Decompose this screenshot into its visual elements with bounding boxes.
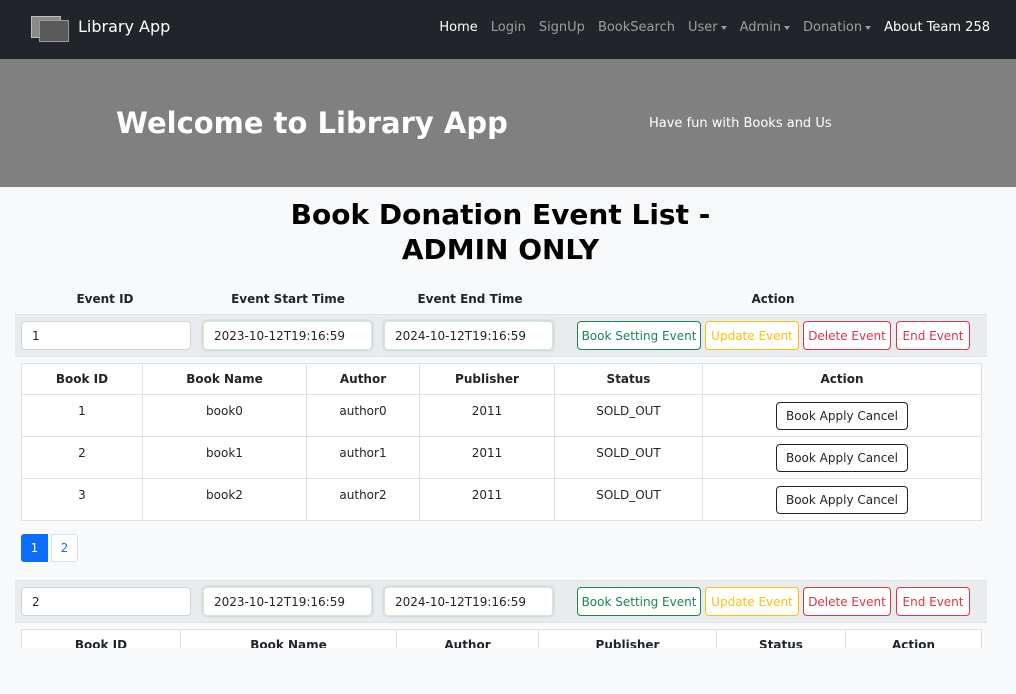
delete-event-button[interactable]: Delete Event bbox=[803, 587, 891, 616]
end-event-button[interactable]: End Event bbox=[896, 321, 970, 350]
column-header: Book ID bbox=[21, 629, 181, 648]
nav-booksearch[interactable]: BookSearch bbox=[598, 20, 675, 35]
cell-status: SOLD_OUT bbox=[554, 478, 703, 521]
column-header: Status bbox=[554, 363, 703, 395]
cell-publisher: 2011 bbox=[419, 394, 555, 437]
column-header: Status bbox=[716, 629, 846, 648]
cell-book-id: 2 bbox=[21, 436, 143, 479]
nav-admin-dropdown[interactable]: Admin bbox=[740, 20, 791, 35]
nav-donation-dropdown[interactable]: Donation bbox=[803, 20, 872, 35]
nav-user-dropdown[interactable]: User bbox=[688, 20, 727, 35]
cell-author: author0 bbox=[306, 394, 420, 437]
cell-publisher: 2011 bbox=[419, 436, 555, 479]
nav-about[interactable]: About Team 258 bbox=[884, 20, 990, 35]
event-end-input[interactable] bbox=[384, 587, 553, 616]
column-header: Action bbox=[845, 629, 982, 648]
book-setting-event-button[interactable]: Book Setting Event bbox=[577, 321, 701, 350]
page-viewport: Library App Home Login SignUp BookSearch… bbox=[0, 0, 1016, 648]
event-id-input[interactable] bbox=[21, 587, 191, 616]
cell-book-name: book0 bbox=[142, 394, 307, 437]
page-link-1[interactable]: 1 bbox=[21, 534, 48, 562]
column-header: Book Name bbox=[180, 629, 397, 648]
navbar: Library App Home Login SignUp BookSearch… bbox=[0, 0, 1016, 59]
table-header-row: Book ID Book Name Author Publisher Statu… bbox=[21, 363, 982, 395]
cell-book-name: book1 bbox=[142, 436, 307, 479]
end-event-button[interactable]: End Event bbox=[896, 587, 970, 616]
cell-book-id: 1 bbox=[21, 394, 143, 437]
book-apply-cancel-button[interactable]: Book Apply Cancel bbox=[775, 486, 909, 514]
table-header-row: Book ID Book Name Author Publisher Statu… bbox=[21, 629, 982, 648]
brand-name[interactable]: Library App bbox=[78, 17, 170, 36]
cell-status: SOLD_OUT bbox=[554, 394, 703, 437]
header-event-id: Event ID bbox=[76, 292, 134, 306]
event-id-input[interactable] bbox=[21, 321, 191, 350]
column-header: Author bbox=[306, 363, 420, 395]
event-row: Book Setting Event Update Event Delete E… bbox=[15, 314, 987, 357]
brand-logo-icon[interactable] bbox=[31, 16, 69, 42]
cell-status: SOLD_OUT bbox=[554, 436, 703, 479]
column-header: Book ID bbox=[21, 363, 143, 395]
cell-book-name: book2 bbox=[142, 478, 307, 521]
book-table: Book ID Book Name Author Publisher Statu… bbox=[21, 363, 982, 521]
event-end-input[interactable] bbox=[384, 321, 553, 350]
page-title: Book Donation Event List - ADMIN ONLY bbox=[290, 198, 711, 266]
delete-event-button[interactable]: Delete Event bbox=[803, 321, 891, 350]
cell-book-id: 3 bbox=[21, 478, 143, 521]
caret-down-icon bbox=[865, 26, 872, 30]
nav-home[interactable]: Home bbox=[439, 20, 477, 35]
nav-menu: Home Login SignUp BookSearch User Admin … bbox=[426, 20, 990, 35]
book-table: Book ID Book Name Author Publisher Statu… bbox=[21, 629, 982, 648]
table-row: 2 book1 author1 2011 SOLD_OUT Book Apply… bbox=[21, 436, 982, 479]
cell-action: Book Apply Cancel bbox=[702, 394, 982, 437]
event-row: Book Setting Event Update Event Delete E… bbox=[15, 580, 987, 623]
header-action: Action bbox=[751, 292, 795, 306]
book-apply-cancel-button[interactable]: Book Apply Cancel bbox=[775, 402, 909, 430]
book-setting-event-button[interactable]: Book Setting Event bbox=[577, 587, 701, 616]
column-header: Publisher bbox=[419, 363, 555, 395]
header-event-end: Event End Time bbox=[417, 292, 523, 306]
column-header: Action bbox=[702, 363, 982, 395]
column-header: Publisher bbox=[538, 629, 717, 648]
event-start-input[interactable] bbox=[203, 587, 372, 616]
update-event-button[interactable]: Update Event bbox=[705, 587, 799, 616]
table-row: 3 book2 author2 2011 SOLD_OUT Book Apply… bbox=[21, 478, 982, 521]
pagination: 1 2 bbox=[21, 534, 78, 562]
book-apply-cancel-button[interactable]: Book Apply Cancel bbox=[775, 444, 909, 472]
event-start-input[interactable] bbox=[203, 321, 372, 350]
cell-action: Book Apply Cancel bbox=[702, 478, 982, 521]
table-row: 1 book0 author0 2011 SOLD_OUT Book Apply… bbox=[21, 394, 982, 437]
hero-subtitle: Have fun with Books and Us bbox=[649, 116, 832, 131]
caret-down-icon bbox=[720, 26, 727, 30]
cell-publisher: 2011 bbox=[419, 478, 555, 521]
hero-title: Welcome to Library App bbox=[116, 106, 508, 140]
column-header: Book Name bbox=[142, 363, 307, 395]
hero-banner: Welcome to Library App Have fun with Boo… bbox=[0, 59, 1016, 187]
nav-signup[interactable]: SignUp bbox=[539, 20, 585, 35]
nav-login[interactable]: Login bbox=[491, 20, 526, 35]
cell-author: author1 bbox=[306, 436, 420, 479]
cell-action: Book Apply Cancel bbox=[702, 436, 982, 479]
caret-down-icon bbox=[784, 26, 791, 30]
column-header: Author bbox=[396, 629, 539, 648]
header-event-start: Event Start Time bbox=[231, 292, 345, 306]
page-link-2[interactable]: 2 bbox=[51, 534, 78, 562]
cell-author: author2 bbox=[306, 478, 420, 521]
update-event-button[interactable]: Update Event bbox=[705, 321, 799, 350]
